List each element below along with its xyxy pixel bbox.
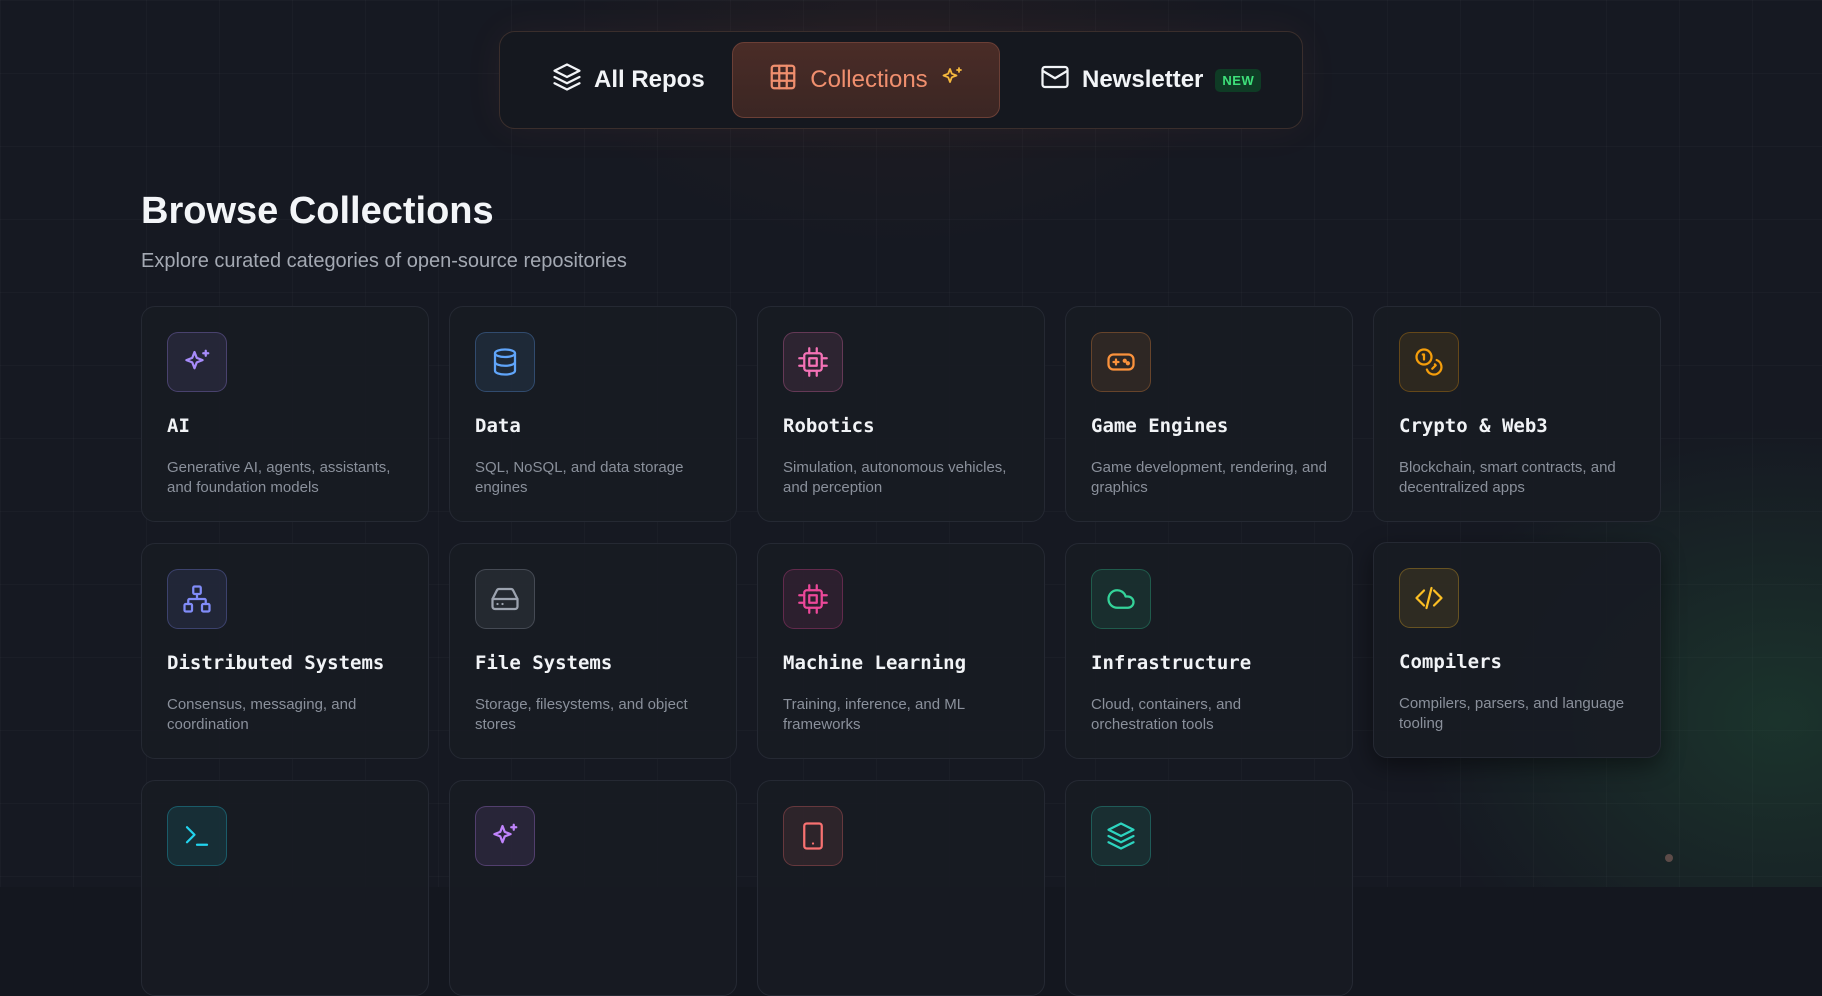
collection-description: Simulation, autonomous vehicles, and per…: [783, 459, 1007, 496]
collection-name: Game Engines: [1091, 415, 1229, 437]
layers-icon: [552, 62, 582, 99]
collection-name: Compilers: [1399, 651, 1502, 673]
collection-card[interactable]: [1065, 780, 1353, 996]
collection-name: Crypto & Web3: [1399, 415, 1548, 437]
sparkles-icon: [167, 332, 227, 392]
collection-name: Infrastructure: [1091, 652, 1252, 674]
top-nav: All Repos Collections Newsletter NEW: [499, 31, 1303, 129]
smartphone-icon: [783, 806, 843, 866]
tab-all-repos[interactable]: All Repos: [552, 42, 732, 118]
gamepad-icon: [1091, 332, 1151, 392]
collection-card[interactable]: AI Generative AI, agents, assistants, and…: [141, 306, 429, 522]
collection-card[interactable]: Compilers Compilers, parsers, and languag…: [1373, 542, 1661, 758]
collection-description: Game development, rendering, and graphic…: [1091, 459, 1327, 496]
collection-card[interactable]: [757, 780, 1045, 996]
collection-card[interactable]: Infrastructure Cloud, containers, and orc…: [1065, 543, 1353, 759]
collection-name: Robotics: [783, 415, 875, 437]
tab-newsletter[interactable]: Newsletter NEW: [1040, 42, 1280, 118]
tab-label: All Repos: [594, 66, 705, 93]
collection-description: Compilers, parsers, and language tooling: [1399, 695, 1625, 732]
database-icon: [475, 332, 535, 392]
collection-description: Storage, filesystems, and object stores: [475, 696, 688, 733]
layers-icon: [1091, 806, 1151, 866]
sparkles-icon: [940, 65, 964, 96]
coins-icon: [1399, 332, 1459, 392]
scroll-indicator-dot: [1665, 854, 1673, 862]
collection-name: Distributed Systems: [167, 652, 385, 674]
network-icon: [167, 569, 227, 629]
collection-name: Machine Learning: [783, 652, 967, 674]
collection-card[interactable]: Data SQL, NoSQL, and data storage engines: [449, 306, 737, 522]
hard-drive-icon: [475, 569, 535, 629]
terminal-icon: [167, 806, 227, 866]
tab-label: Collections: [810, 66, 928, 93]
collection-card[interactable]: Distributed Systems Consensus, messaging,…: [141, 543, 429, 759]
collection-description: Cloud, containers, and orchestration too…: [1091, 696, 1242, 733]
code-icon: [1399, 568, 1459, 628]
tab-collections[interactable]: Collections: [732, 42, 1000, 118]
cloud-icon: [1091, 569, 1151, 629]
collection-description: Blockchain, smart contracts, and decentr…: [1399, 459, 1616, 496]
page-title: Browse Collections: [141, 190, 494, 232]
collection-description: Training, inference, and ML frameworks: [783, 696, 965, 733]
collection-name: AI: [167, 415, 190, 437]
new-badge: NEW: [1215, 68, 1262, 92]
sparkles-icon: [475, 806, 535, 866]
collection-card[interactable]: File Systems Storage, filesystems, and ob…: [449, 543, 737, 759]
collection-card[interactable]: [449, 780, 737, 996]
tab-label: Newsletter: [1082, 66, 1204, 93]
collection-card[interactable]: Robotics Simulation, autonomous vehicles,…: [757, 306, 1045, 522]
collection-card[interactable]: Game Engines Game development, rendering,…: [1065, 306, 1353, 522]
cpu-icon: [783, 569, 843, 629]
collection-name: Data: [475, 415, 521, 437]
collection-description: SQL, NoSQL, and data storage engines: [475, 459, 684, 496]
collection-description: Consensus, messaging, and coordination: [167, 696, 357, 733]
collection-card[interactable]: Machine Learning Training, inference, and…: [757, 543, 1045, 759]
collection-name: File Systems: [475, 652, 613, 674]
cpu-icon: [783, 332, 843, 392]
collection-description: Generative AI, agents, assistants, and f…: [167, 459, 391, 496]
mail-icon: [1040, 62, 1070, 99]
collection-card[interactable]: Crypto & Web3 Blockchain, smart contracts…: [1373, 306, 1661, 522]
collection-card[interactable]: [141, 780, 429, 996]
page-subtitle: Explore curated categories of open-sourc…: [141, 250, 627, 272]
grid-icon: [768, 62, 798, 99]
